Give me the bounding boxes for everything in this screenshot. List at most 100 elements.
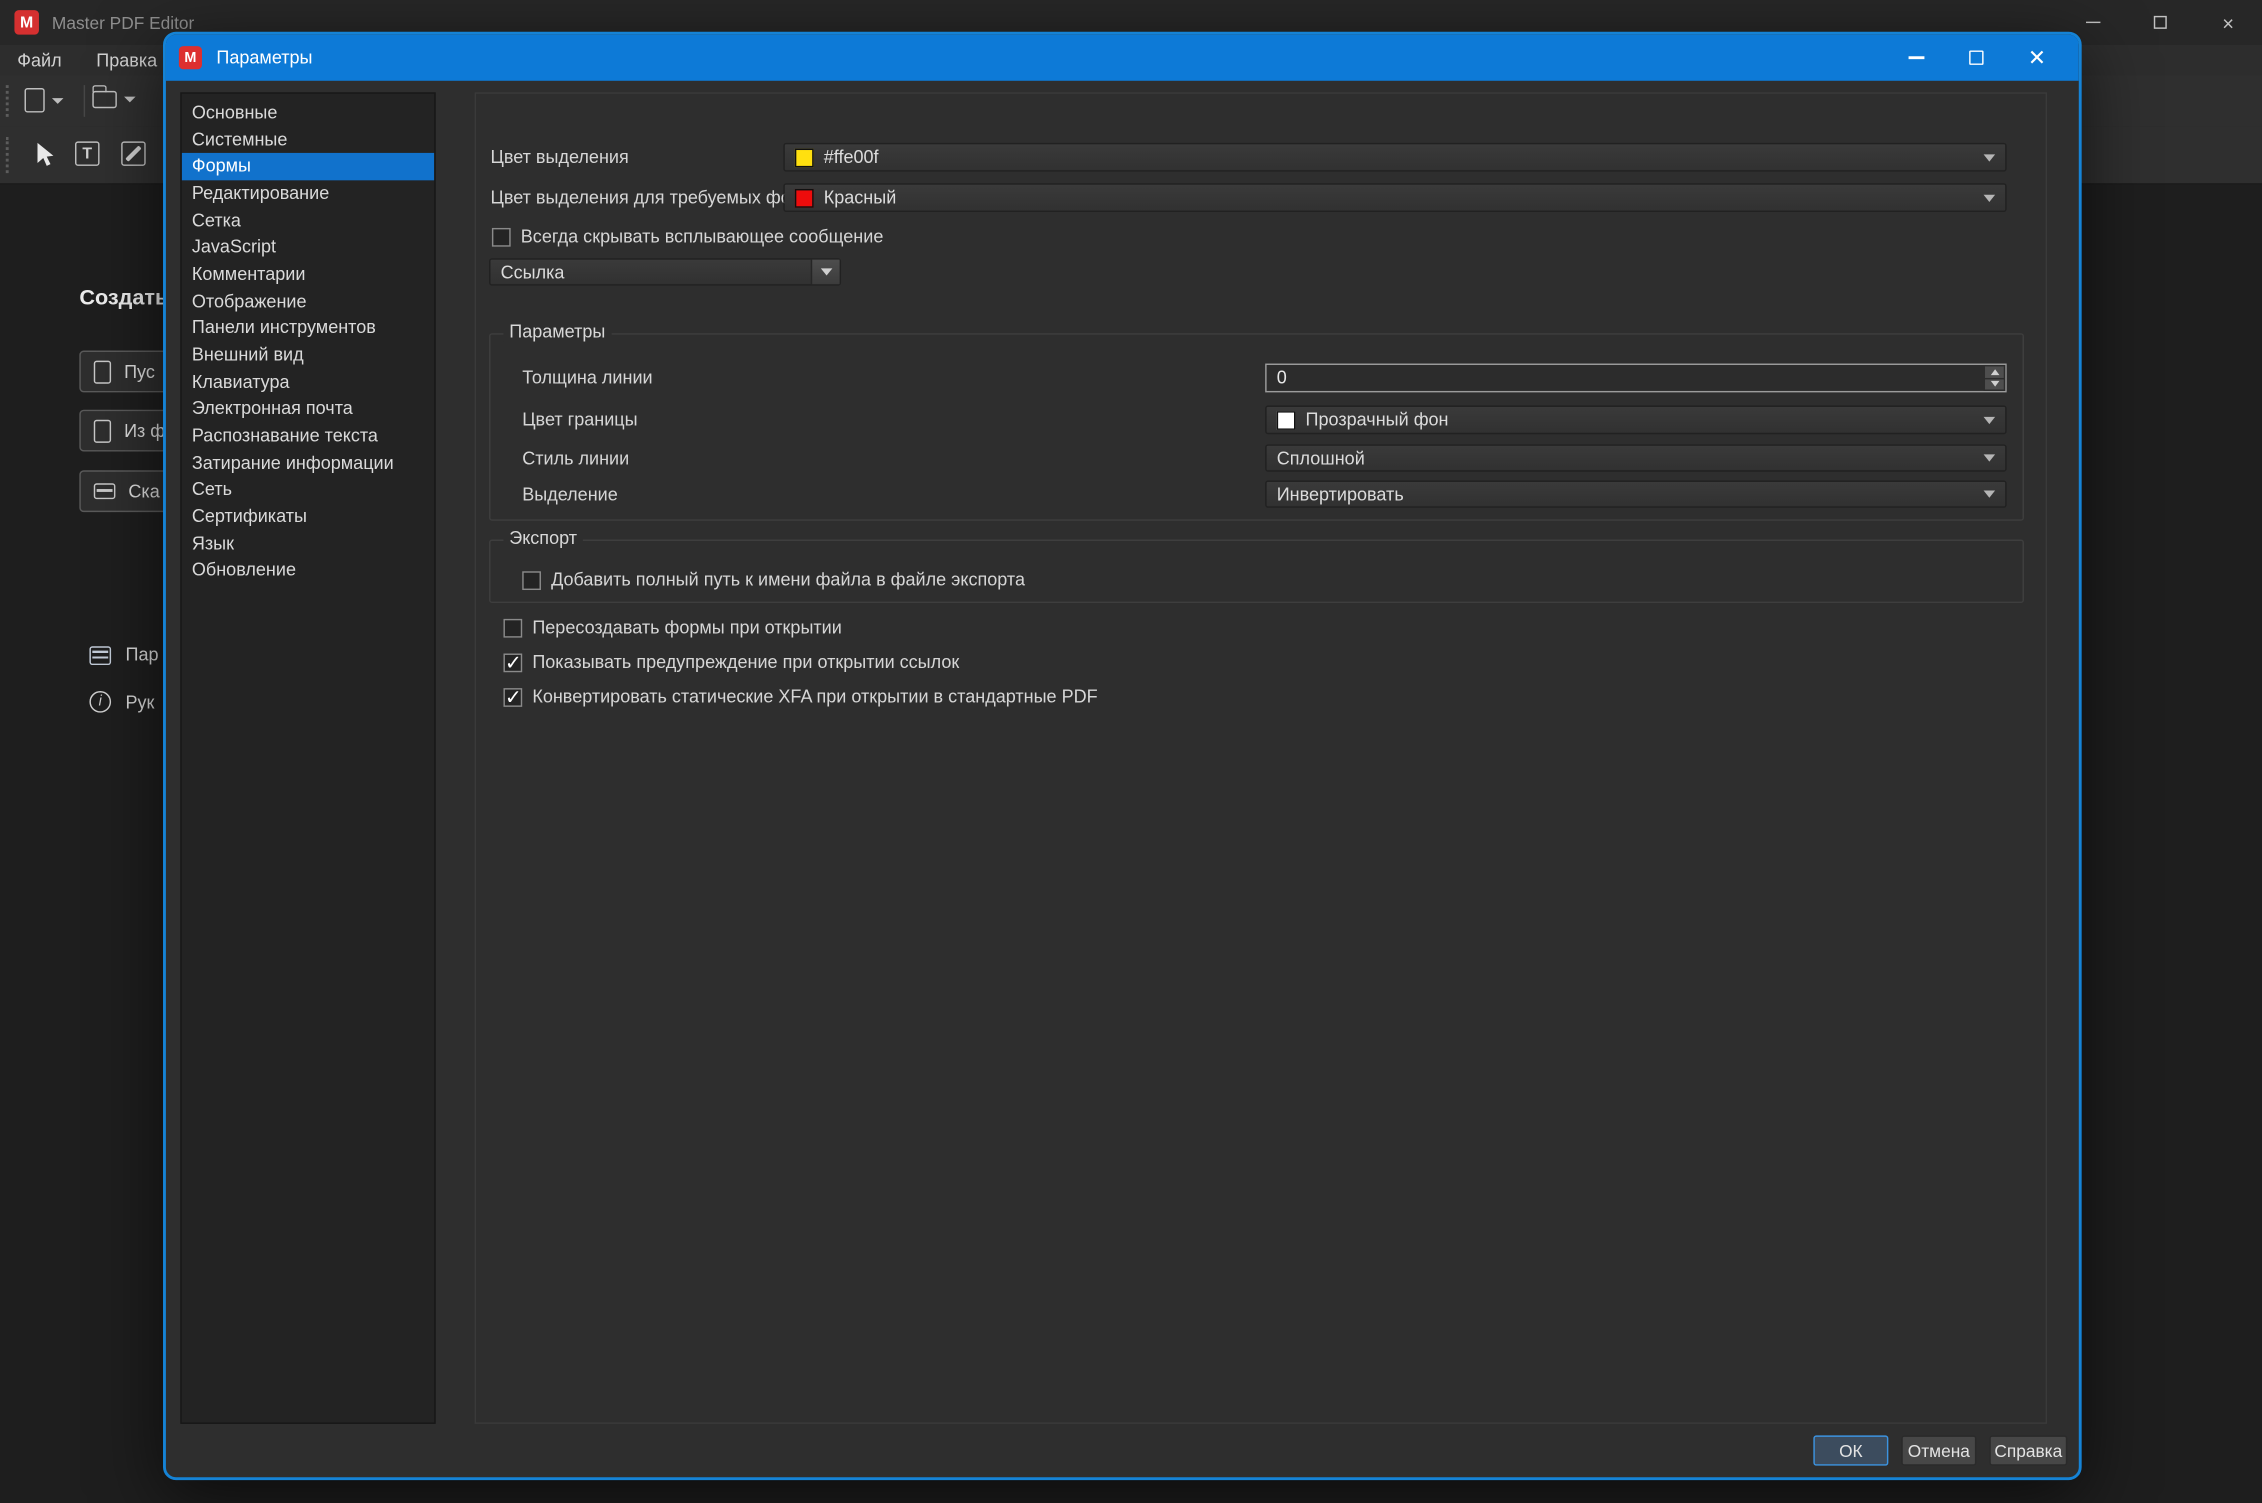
sidebar-item-7[interactable]: Отображение xyxy=(182,288,434,315)
border-color-label: Цвет границы xyxy=(522,405,637,434)
app-logo-icon: M xyxy=(14,10,39,35)
sidebar-item-5[interactable]: JavaScript xyxy=(182,234,434,261)
chevron-down-icon xyxy=(1984,490,1996,497)
dialog-maximize-button[interactable] xyxy=(1946,35,2007,81)
chevron-down-icon xyxy=(52,97,64,103)
info-icon: i xyxy=(89,691,111,713)
checkbox-box[interactable] xyxy=(492,227,511,246)
combo-value: Прозрачный фон xyxy=(1306,410,1449,430)
highlight-color-label: Цвет выделения xyxy=(490,143,628,172)
ok-button[interactable]: ОК xyxy=(1813,1435,1888,1465)
maximize-button[interactable] xyxy=(2126,0,2194,45)
cancel-button[interactable]: Отмена xyxy=(1901,1435,1976,1465)
toolbar-grip[interactable] xyxy=(6,85,12,117)
link-label: Рук xyxy=(126,692,155,712)
minimize-icon xyxy=(1908,56,1924,59)
sidebar-item-8[interactable]: Панели инструментов xyxy=(182,315,434,342)
main-window-title: Master PDF Editor xyxy=(52,12,194,32)
sidebar-item-1[interactable]: Системные xyxy=(182,126,434,153)
line-style-combobox[interactable]: Сплошной xyxy=(1265,444,2006,471)
border-color-combobox[interactable]: Прозрачный фон xyxy=(1265,405,2006,434)
window-controls: × xyxy=(2059,0,2262,45)
import-file-icon xyxy=(94,419,111,442)
sidebar-item-14[interactable]: Сеть xyxy=(182,476,434,503)
highlight-color-combobox[interactable]: #ffe00f xyxy=(783,143,2006,172)
export-full-path-checkbox[interactable]: Добавить полный путь к имени файла в фай… xyxy=(522,570,1025,590)
sidebar-item-12[interactable]: Распознавание текста xyxy=(182,423,434,450)
maximize-icon xyxy=(2154,16,2167,29)
checkbox-label: Конвертировать статические XFA при откры… xyxy=(532,687,1097,707)
sidebar-item-4[interactable]: Сетка xyxy=(182,207,434,234)
preferences-icon xyxy=(89,646,111,665)
export-group: Экспорт Добавить полный путь к имени фай… xyxy=(489,540,2024,603)
export-group-title: Экспорт xyxy=(503,528,582,548)
checkbox-box[interactable] xyxy=(522,571,541,590)
toolbar-separator xyxy=(84,85,85,117)
cursor-icon xyxy=(35,141,57,167)
sidebar-item-3[interactable]: Редактирование xyxy=(182,180,434,207)
combo-value: #ffe00f xyxy=(824,147,879,167)
object-type-combobox[interactable]: Ссылка xyxy=(489,258,841,285)
required-color-label: Цвет выделения для требуемых форм xyxy=(490,183,813,212)
combo-value: Сплошной xyxy=(1277,448,1365,468)
sidebar-item-16[interactable]: Язык xyxy=(182,530,434,557)
spin-buttons xyxy=(1984,365,2006,391)
sidebar-item-2[interactable]: Формы xyxy=(182,153,434,180)
xfa-convert-checkbox[interactable]: Конвертировать статические XFA при откры… xyxy=(503,687,1097,707)
toolbar-grip[interactable] xyxy=(6,137,12,173)
sidebar-item-17[interactable]: Обновление xyxy=(182,557,434,584)
open-document-button[interactable] xyxy=(92,91,135,108)
new-document-button[interactable] xyxy=(25,88,64,113)
dialog-minimize-button[interactable] xyxy=(1885,35,1946,81)
warn-links-checkbox[interactable]: Показывать предупреждение при открытии с… xyxy=(503,652,959,672)
menu-item-0[interactable]: Файл xyxy=(0,45,79,75)
select-tool-button[interactable] xyxy=(35,141,57,167)
spin-down-button[interactable] xyxy=(1985,379,2004,390)
edit-forms-tool-button[interactable] xyxy=(121,141,146,166)
color-swatch xyxy=(1277,410,1296,429)
dialog-logo-icon: M xyxy=(179,46,202,69)
dialog-close-button[interactable]: ✕ xyxy=(2007,35,2068,81)
checkbox-box[interactable] xyxy=(503,653,522,672)
sidebar-item-0[interactable]: Основные xyxy=(182,100,434,127)
sidebar-item-15[interactable]: Сертификаты xyxy=(182,503,434,530)
pencil-icon xyxy=(125,145,141,161)
hide-popup-checkbox[interactable]: Всегда скрывать всплывающее сообщение xyxy=(492,226,883,246)
sidebar-item-10[interactable]: Клавиатура xyxy=(182,369,434,396)
manual-link[interactable]: i Рук xyxy=(89,691,154,713)
dialog-title: Параметры xyxy=(216,48,312,68)
minimize-icon xyxy=(2085,22,2099,23)
required-color-combobox[interactable]: Красный xyxy=(783,183,2006,212)
dialog-titlebar[interactable]: M Параметры ✕ xyxy=(166,35,2079,81)
sidebar-item-6[interactable]: Комментарии xyxy=(182,261,434,288)
checkbox-label: Пересоздавать формы при открытии xyxy=(532,617,842,637)
line-width-spinbox[interactable]: 0 xyxy=(1265,364,2006,393)
combo-dropdown-button[interactable] xyxy=(811,260,840,285)
spin-up-button[interactable] xyxy=(1985,366,2004,377)
maximize-icon xyxy=(1969,50,1983,64)
line-width-label: Толщина линии xyxy=(522,364,652,393)
sidebar-item-11[interactable]: Электронная почта xyxy=(182,396,434,423)
close-button[interactable]: × xyxy=(2194,0,2262,45)
checkbox-label: Показывать предупреждение при открытии с… xyxy=(532,652,959,672)
checkbox-box[interactable] xyxy=(503,618,522,637)
checkbox-box[interactable] xyxy=(503,687,522,706)
preferences-dialog: M Параметры ✕ ОсновныеСистемныеФормыРеда… xyxy=(163,32,2082,1480)
parameters-group-title: Параметры xyxy=(503,322,611,342)
sidebar-item-9[interactable]: Внешний вид xyxy=(182,342,434,369)
color-swatch xyxy=(795,148,814,167)
menu-item-1[interactable]: Правка xyxy=(79,45,175,75)
create-button-label: Пус xyxy=(124,361,155,381)
recreate-forms-checkbox[interactable]: Пересоздавать формы при открытии xyxy=(503,617,841,637)
text-tool-icon: T xyxy=(75,141,100,166)
preferences-link[interactable]: Пар xyxy=(89,645,158,665)
dialog-content: Цвет выделения #ffe00f Цвет выделения дл… xyxy=(475,92,2047,1424)
chevron-down-icon xyxy=(820,268,832,275)
edit-text-tool-button[interactable]: T xyxy=(75,141,100,166)
highlight-mode-combobox[interactable]: Инвертировать xyxy=(1265,480,2006,507)
create-button-label: Ска xyxy=(128,481,159,501)
help-button[interactable]: Справка xyxy=(1989,1435,2067,1465)
create-button-label: Из ф xyxy=(124,421,165,441)
sidebar-item-13[interactable]: Затирание информации xyxy=(182,449,434,476)
spin-value: 0 xyxy=(1277,368,1287,388)
